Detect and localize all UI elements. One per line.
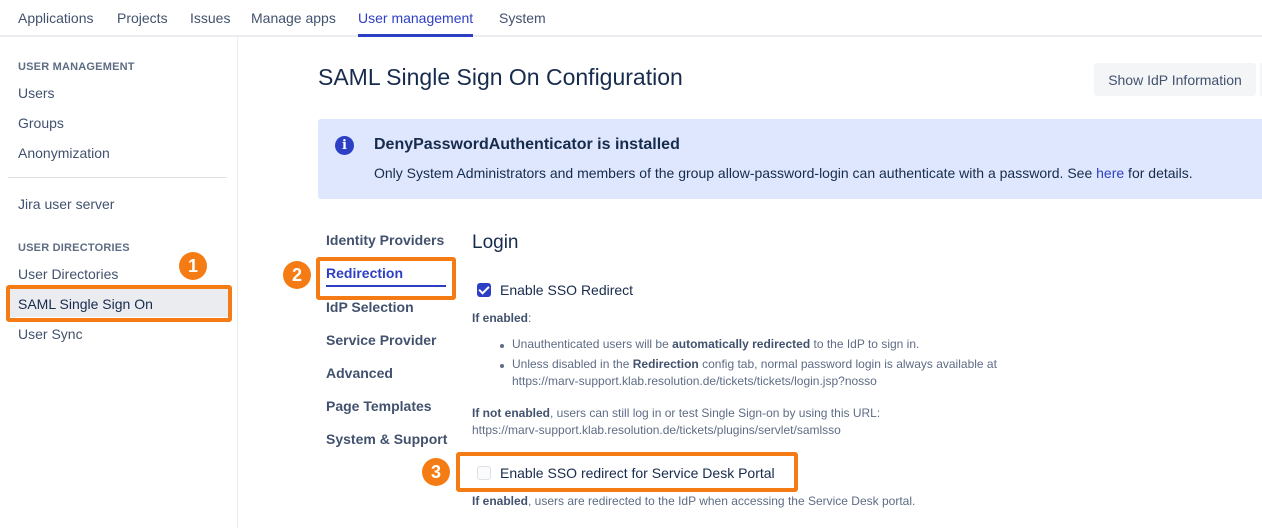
bullet-dot xyxy=(500,344,504,348)
sidebar-item-user-sync[interactable]: User Sync xyxy=(18,326,83,342)
bullet-password-login: Unless disabled in the Redirection confi… xyxy=(512,357,997,371)
bullet2-bold: Redirection xyxy=(632,357,699,371)
info-details-link[interactable]: here xyxy=(1096,165,1124,181)
config-tab-advanced[interactable]: Advanced xyxy=(326,365,393,381)
sidebar-heading-user-management: USER MANAGEMENT xyxy=(18,61,135,73)
annotation-badge-3: 3 xyxy=(422,458,450,486)
tab-user-management[interactable]: User management xyxy=(358,10,474,37)
info-body-suffix: for details. xyxy=(1124,165,1193,181)
page-title: SAML Single Sign On Configuration xyxy=(318,64,683,90)
samlsso-url: https://marv-support.klab.resolution.de/… xyxy=(472,423,841,437)
sidebar-heading-user-directories: USER DIRECTORIES xyxy=(18,242,130,254)
info-body-text: Only System Administrators and members o… xyxy=(374,165,1097,181)
if-enabled-bold: If enabled xyxy=(472,311,529,325)
info-panel: i DenyPasswordAuthenticator is installed… xyxy=(318,119,1262,199)
sidebar-item-anonymization[interactable]: Anonymization xyxy=(18,145,110,161)
show-idp-information-button[interactable]: Show IdP Information xyxy=(1094,63,1256,96)
bullet-auto-redirect: Unauthenticated users will be automatica… xyxy=(512,337,919,351)
config-tab-page-templates[interactable]: Page Templates xyxy=(326,398,432,414)
sd-help-bold: If enabled xyxy=(472,494,529,508)
config-tab-service-provider[interactable]: Service Provider xyxy=(326,332,437,348)
sd-help-body: , users are redirected to the IdP when a… xyxy=(528,494,916,508)
sidebar-item-user-directories[interactable]: User Directories xyxy=(18,266,118,282)
bullet1-text: Unauthenticated users will be xyxy=(512,337,673,351)
config-tab-identity-providers[interactable]: Identity Providers xyxy=(326,232,444,248)
annotation-box-2 xyxy=(316,257,456,300)
info-icon: i xyxy=(335,136,354,155)
sidebar xyxy=(0,37,238,528)
nosso-url: https://marv-support.klab.resolution.de/… xyxy=(512,374,877,388)
if-not-enabled-bold: If not enabled xyxy=(472,406,550,420)
sidebar-item-users[interactable]: Users xyxy=(18,85,55,101)
tab-projects[interactable]: Projects xyxy=(117,10,168,37)
enable-sso-redirect-label[interactable]: Enable SSO Redirect xyxy=(500,282,633,298)
bullet-dot xyxy=(500,364,504,368)
info-title: DenyPasswordAuthenticator is installed xyxy=(374,136,680,153)
config-tab-system-support[interactable]: System & Support xyxy=(326,431,447,447)
bullet1-bold: automatically redirected xyxy=(672,337,811,351)
annotation-badge-1: 1 xyxy=(179,252,207,280)
config-tab-idp-selection[interactable]: IdP Selection xyxy=(326,299,414,315)
sd-portal-help-text: If enabled, users are redirected to the … xyxy=(472,494,915,508)
tab-system[interactable]: System xyxy=(499,10,546,37)
bullet2-text: Unless disabled in the xyxy=(512,357,633,371)
tab-applications[interactable]: Applications xyxy=(18,10,94,37)
sidebar-item-jira-user-server[interactable]: Jira user server xyxy=(18,196,114,212)
top-navigation: Applications Projects Issues Manage apps… xyxy=(0,0,1262,37)
if-not-enabled-body: , users can still log in or test Single … xyxy=(550,406,881,420)
annotation-badge-2: 2 xyxy=(283,261,311,289)
sidebar-item-groups[interactable]: Groups xyxy=(18,115,64,131)
info-body: Only System Administrators and members o… xyxy=(374,165,1193,181)
tab-issues[interactable]: Issues xyxy=(190,10,230,37)
tab-manage-apps[interactable]: Manage apps xyxy=(251,10,336,37)
if-not-enabled-text: If not enabled, users can still log in o… xyxy=(472,406,880,420)
section-title-login: Login xyxy=(472,232,519,253)
enable-sso-redirect-checkbox[interactable] xyxy=(477,283,491,297)
bullet1-suffix: to the IdP to sign in. xyxy=(810,337,920,351)
bullet2-suffix: config tab, normal password login is alw… xyxy=(698,357,997,371)
if-enabled-colon: : xyxy=(528,311,532,325)
annotation-box-3 xyxy=(456,452,798,492)
annotation-box-1 xyxy=(6,285,232,322)
if-enabled-heading: If enabled: xyxy=(472,311,531,325)
sidebar-divider xyxy=(8,177,227,178)
